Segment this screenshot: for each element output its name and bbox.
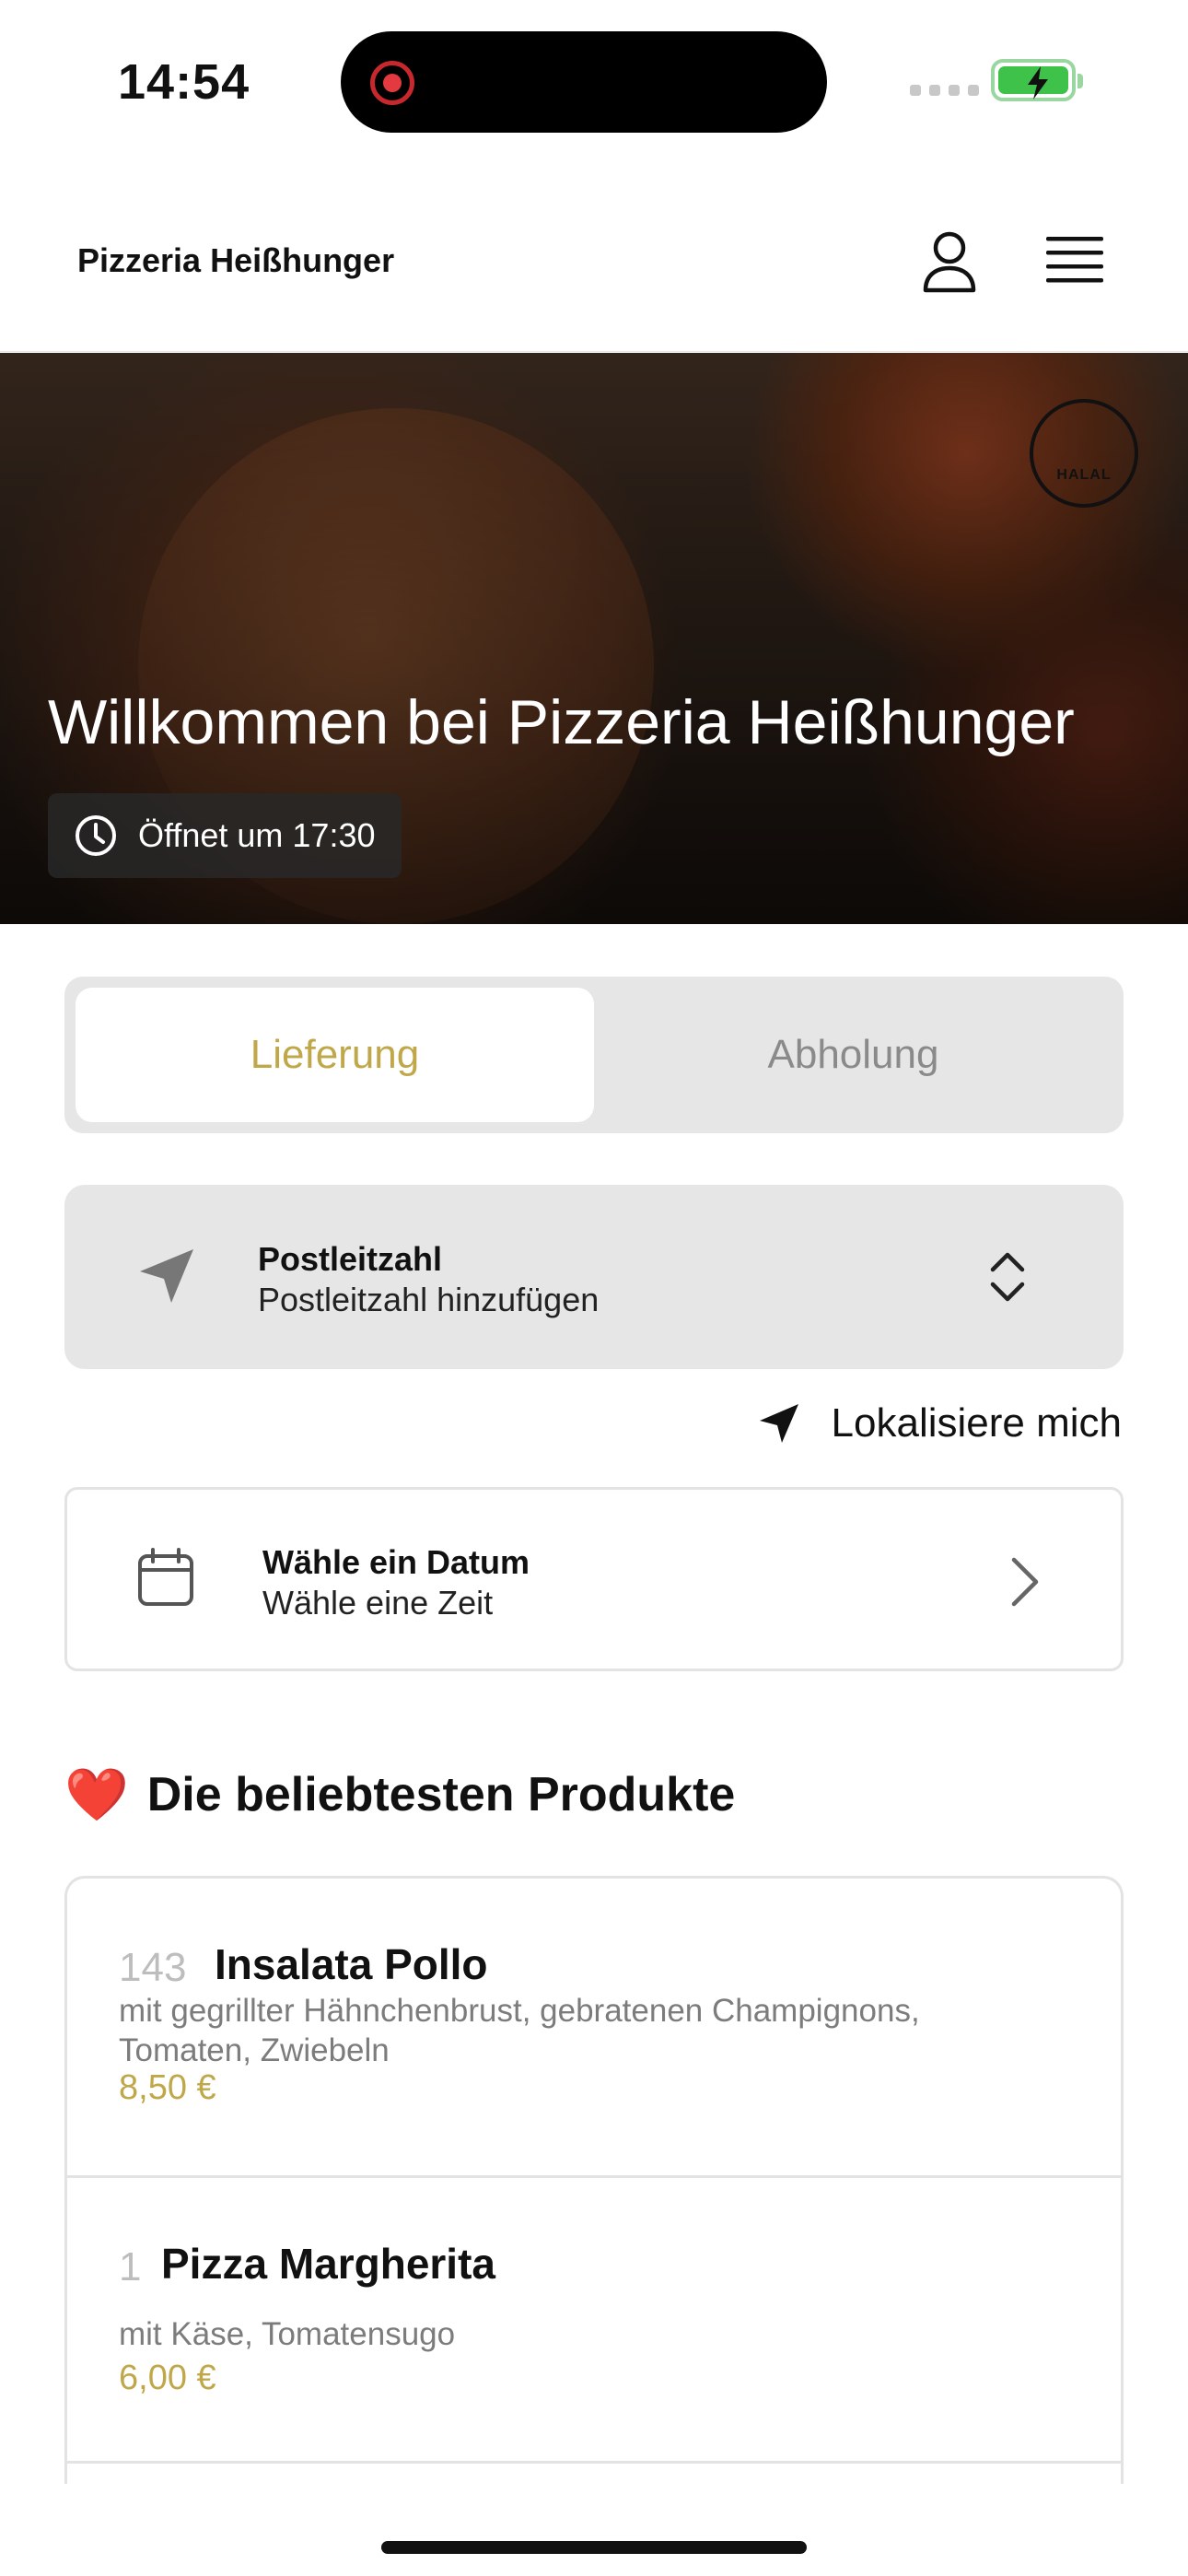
order-mode-toggle: Lieferung Abholung [64, 977, 1124, 1133]
opening-time-badge: Öffnet um 17:30 [48, 793, 402, 878]
clock-icon [76, 815, 116, 856]
calendar-icon [138, 1548, 193, 1606]
date-label: Wähle ein Datum [262, 1543, 530, 1581]
status-bar: 14:54 [0, 0, 1188, 157]
product-name: Insalata Pollo [215, 1940, 488, 1988]
halal-badge: HALAL [1030, 399, 1138, 508]
opening-time-text: Öffnet um 17:30 [138, 816, 376, 854]
heart-icon: ❤️ [64, 1765, 129, 1823]
product-name: Pizza Margherita [161, 2240, 495, 2288]
postal-code-selector[interactable]: Postleitzahl Postleitzahl hinzufügen [64, 1185, 1124, 1369]
app-header: Pizzeria Heißhunger [0, 175, 1188, 352]
home-indicator[interactable] [381, 2541, 807, 2554]
menu-button[interactable] [1041, 227, 1109, 295]
popular-products-list: 143 Insalata Pollo mit gegrillter Hähnch… [64, 1876, 1124, 2484]
postal-code-label: Postleitzahl [258, 1240, 443, 1278]
hero-title: Willkommen bei Pizzeria Heißhunger [48, 687, 1075, 757]
location-arrow-icon [140, 1249, 193, 1303]
status-time: 14:54 [118, 54, 250, 110]
cellular-signal-icon [910, 85, 979, 96]
hero-banner: HALAL Willkommen bei Pizzeria Heißhunger… [0, 353, 1188, 924]
product-item[interactable]: 143 Insalata Pollo mit gegrillter Hähnch… [67, 1879, 1121, 2178]
brand-title[interactable]: Pizzeria Heißhunger [77, 241, 394, 280]
product-item[interactable]: 1 Pizza Margherita mit Käse, Tomatensugo… [67, 2178, 1121, 2464]
date-time-selector[interactable]: Wähle ein Datum Wähle eine Zeit [64, 1487, 1124, 1671]
account-button[interactable] [915, 223, 984, 300]
product-price: 6,00 € [119, 2359, 216, 2397]
product-description: mit Käse, Tomatensugo [119, 2316, 456, 2352]
location-arrow-icon [759, 1404, 798, 1443]
product-number: 1 [119, 2244, 142, 2289]
postal-code-placeholder: Postleitzahl hinzufügen [258, 1281, 600, 1318]
halal-badge-text: HALAL [1056, 467, 1112, 483]
battery-charging-icon [991, 59, 1083, 101]
user-icon [923, 231, 976, 293]
popular-products-heading: ❤️ Die beliebtesten Produkte [64, 1767, 735, 1822]
product-price: 8,50 € [119, 2068, 216, 2107]
locate-me-button[interactable]: Lokalisiere mich [758, 1400, 1122, 1446]
product-description: mit gegrillter Hähnchenbrust, gebratenen… [119, 1993, 920, 2068]
product-number: 143 [119, 1945, 187, 1990]
dynamic-island [341, 31, 827, 133]
time-label: Wähle eine Zeit [262, 1584, 494, 1622]
tab-delivery[interactable]: Lieferung [76, 988, 594, 1122]
chevron-right-icon [1011, 1557, 1039, 1607]
chevron-up-down-icon [990, 1252, 1025, 1302]
locate-me-label: Lokalisiere mich [831, 1400, 1122, 1446]
popular-products-title: Die beliebtesten Produkte [146, 1768, 736, 1821]
recording-indicator-icon [370, 61, 414, 105]
hamburger-menu-icon [1046, 237, 1103, 283]
tab-pickup[interactable]: Abholung [594, 988, 1112, 1122]
